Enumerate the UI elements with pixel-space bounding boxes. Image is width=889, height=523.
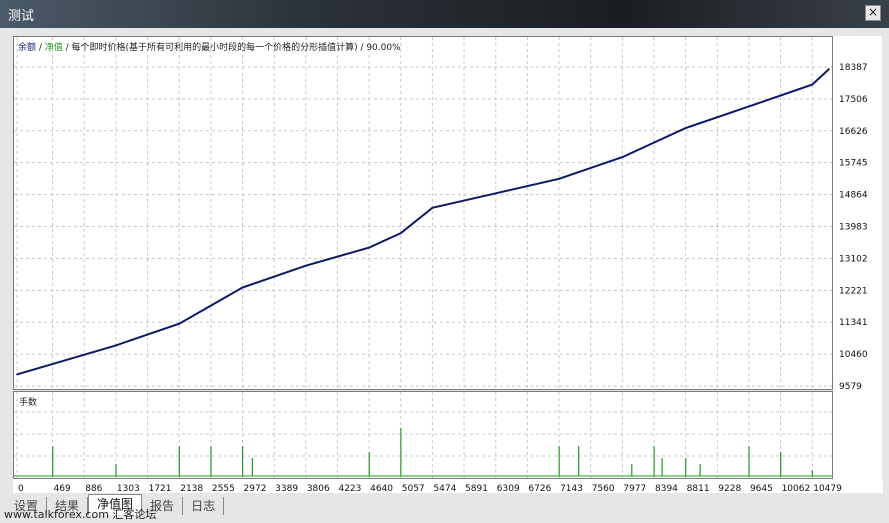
balance-point: [178, 322, 181, 325]
window-title: 测试: [8, 9, 35, 24]
lots-bar: [748, 446, 750, 476]
lots-bar: [653, 446, 655, 476]
x-tick-label: 1721: [149, 484, 172, 494]
x-tick-label: 2138: [180, 484, 203, 494]
y-tick-label: 11341: [839, 318, 868, 328]
x-tick-label: 1303: [117, 484, 140, 494]
x-tick-label: 2555: [212, 484, 235, 494]
y-tick-label: 16626: [839, 127, 868, 137]
lots-bar: [52, 446, 54, 476]
x-tick-label: 9645: [750, 484, 773, 494]
x-tick-label: 7143: [560, 484, 583, 494]
tab-journal[interactable]: 日志: [183, 497, 225, 515]
watermark: www.talkforex.com 汇客论坛: [4, 508, 157, 521]
balance-point: [494, 192, 497, 195]
lots-bar: [210, 446, 212, 476]
x-tick-label: 6726: [528, 484, 551, 494]
balance-point: [305, 264, 307, 267]
lots-bar: [780, 452, 782, 476]
lots-bar: [368, 452, 370, 476]
x-tick-label: 2972: [244, 484, 267, 494]
x-tick-label: 7560: [592, 484, 615, 494]
legend-separator: /: [36, 43, 45, 53]
balance-point: [115, 344, 117, 347]
balance-point: [558, 178, 560, 180]
x-axis: 0 469 886 1303 1721 2138 2555 2972 3389 3806 4223 4…: [13, 479, 883, 494]
chart-legend: 余额 / 净值 / 每个即时价格(基于所有可利用的最小时段的每一个价格的分形插值…: [18, 40, 401, 53]
x-tick-label: 8811: [687, 484, 710, 494]
lots-bar: [400, 428, 402, 476]
lots-bar: [578, 446, 580, 476]
lots-bar: [178, 446, 180, 476]
balance-point: [210, 304, 212, 307]
y-tick-label: 17506: [839, 95, 868, 105]
x-tick-label: 469: [54, 484, 71, 494]
lots-bar: [631, 464, 633, 476]
lots-chart: [14, 392, 832, 478]
x-tick-label: 10062: [782, 484, 811, 494]
x-tick-label: 886: [85, 484, 102, 494]
x-tick-label: 5891: [465, 484, 488, 494]
lots-bar: [242, 446, 244, 476]
y-tick-label: 13983: [839, 223, 868, 233]
y-axis-labels: 18387 17506 16626 15745 14864 13983 13102 12221…: [839, 63, 868, 392]
legend-balance: 余额: [18, 43, 37, 53]
y-tick-label: 15745: [839, 159, 868, 169]
x-tick-label: 0: [18, 484, 24, 494]
lots-bar: [558, 446, 560, 476]
sub-grid: [14, 392, 832, 478]
balance-point: [399, 232, 402, 234]
title-bar: 测试 ×: [0, 0, 889, 28]
x-tick-label: 4223: [338, 484, 361, 494]
legend-description: / 每个即时价格(基于所有可利用的最小时段的每一个价格的分形插值计算) / 90…: [62, 43, 401, 53]
x-tick-label: 5057: [402, 484, 425, 494]
balance-point: [828, 68, 830, 70]
x-tick-label: 7977: [623, 484, 646, 494]
y-axis: 18387 17506 16626 15745 14864 13983 13102 12221…: [833, 36, 882, 479]
y-tick-label: 12221: [839, 286, 868, 296]
equity-chart: [14, 37, 832, 389]
balance-point: [368, 246, 370, 249]
balance-line: [16, 68, 830, 376]
lots-bar: [811, 470, 813, 476]
x-tick-label: 5474: [433, 484, 456, 494]
close-button[interactable]: ×: [865, 5, 881, 21]
x-axis-labels: 0 469 886 1303 1721 2138 2555 2972 3389 3806 4223 4…: [18, 484, 842, 494]
balance-point: [748, 105, 750, 108]
balance-point: [621, 156, 624, 158]
equity-chart-panel: [13, 36, 833, 390]
x-tick-label: 3806: [307, 484, 330, 494]
y-tick-label: 18387: [839, 63, 868, 73]
balance-point: [241, 286, 244, 289]
y-tick-label: 13102: [839, 254, 868, 264]
lots-bar: [685, 458, 687, 476]
lots-bar: [661, 458, 663, 476]
y-tick-label: 9579: [839, 382, 862, 392]
balance-point: [811, 83, 814, 86]
x-tick-label: 8394: [655, 484, 678, 494]
lots-label: 手数: [19, 398, 38, 408]
lots-bar: [115, 464, 117, 476]
x-tick-label: 4640: [370, 484, 393, 494]
x-tick-label: 9228: [718, 484, 741, 494]
legend-equity: 净值: [44, 43, 63, 53]
main-grid: [14, 37, 832, 389]
x-tick-label: 10479: [813, 484, 842, 494]
balance-point: [684, 127, 687, 129]
lots-bar: [699, 464, 701, 476]
balance-point: [16, 373, 18, 376]
lots-bar: [251, 458, 253, 476]
lots-chart-panel: [13, 391, 833, 479]
y-tick-label: 14864: [839, 191, 868, 201]
x-tick-label: 6309: [497, 484, 520, 494]
balance-point: [431, 206, 434, 209]
x-tick-label: 3389: [275, 484, 298, 494]
y-tick-label: 10460: [839, 350, 868, 360]
